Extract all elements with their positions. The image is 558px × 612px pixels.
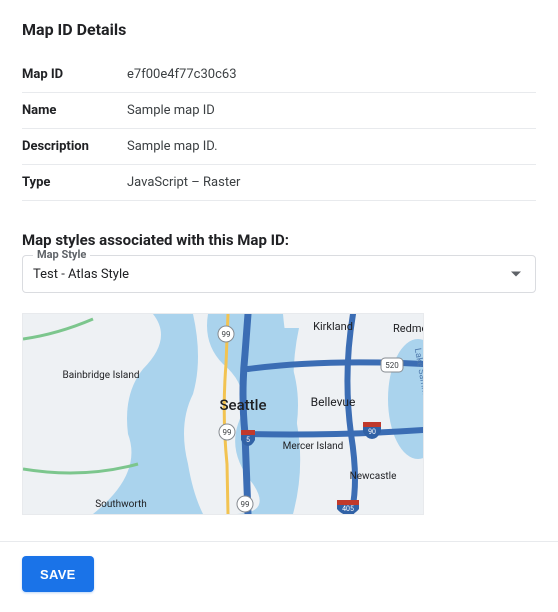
map-label-southworth: Southworth (95, 499, 147, 510)
map-label-redmond: Redmond (393, 322, 423, 335)
detail-label: Description (22, 129, 127, 165)
detail-value: JavaScript – Raster (127, 165, 536, 201)
detail-value: Sample map ID. (127, 129, 536, 165)
table-row: Map ID e7f00e4f77c30c63 (22, 57, 536, 93)
map-style-select-label: Map Style (33, 248, 90, 261)
map-label-newcastle: Newcastle (350, 471, 397, 482)
map-style-preview: 99 520 90 99 5 99 (22, 313, 424, 515)
table-row: Type JavaScript – Raster (22, 165, 536, 201)
route-shield: 99 (223, 428, 232, 437)
footer-bar: SAVE (0, 541, 558, 612)
map-style-select[interactable]: Map Style Test - Atlas Style (22, 255, 536, 293)
details-table: Map ID e7f00e4f77c30c63 Name Sample map … (22, 57, 536, 201)
detail-label: Type (22, 165, 127, 201)
map-label-bellevue: Bellevue (311, 395, 356, 409)
map-style-select-value: Test - Atlas Style (33, 267, 129, 282)
page-title: Map ID Details (22, 20, 536, 39)
detail-label: Name (22, 93, 127, 129)
detail-value: e7f00e4f77c30c63 (127, 57, 536, 93)
table-row: Name Sample map ID (22, 93, 536, 129)
map-label-seattle: Seattle (219, 396, 266, 414)
route-shield: 405 (342, 505, 354, 513)
map-label-kirkland: Kirkland (313, 320, 353, 333)
save-button[interactable]: SAVE (22, 556, 94, 592)
route-shield: 90 (368, 428, 376, 436)
route-shield: 520 (385, 361, 399, 370)
map-label-bainbridge: Bainbridge Island (62, 370, 139, 381)
detail-value: Sample map ID (127, 93, 536, 129)
detail-label: Map ID (22, 57, 127, 93)
route-shield: 99 (222, 330, 231, 339)
route-shield: 5 (246, 436, 250, 444)
route-shield: 99 (241, 500, 250, 509)
table-row: Description Sample map ID. (22, 129, 536, 165)
dropdown-caret-icon (511, 272, 521, 277)
map-label-mercer: Mercer Island (283, 441, 344, 452)
associated-styles-title: Map styles associated with this Map ID: (22, 231, 536, 249)
